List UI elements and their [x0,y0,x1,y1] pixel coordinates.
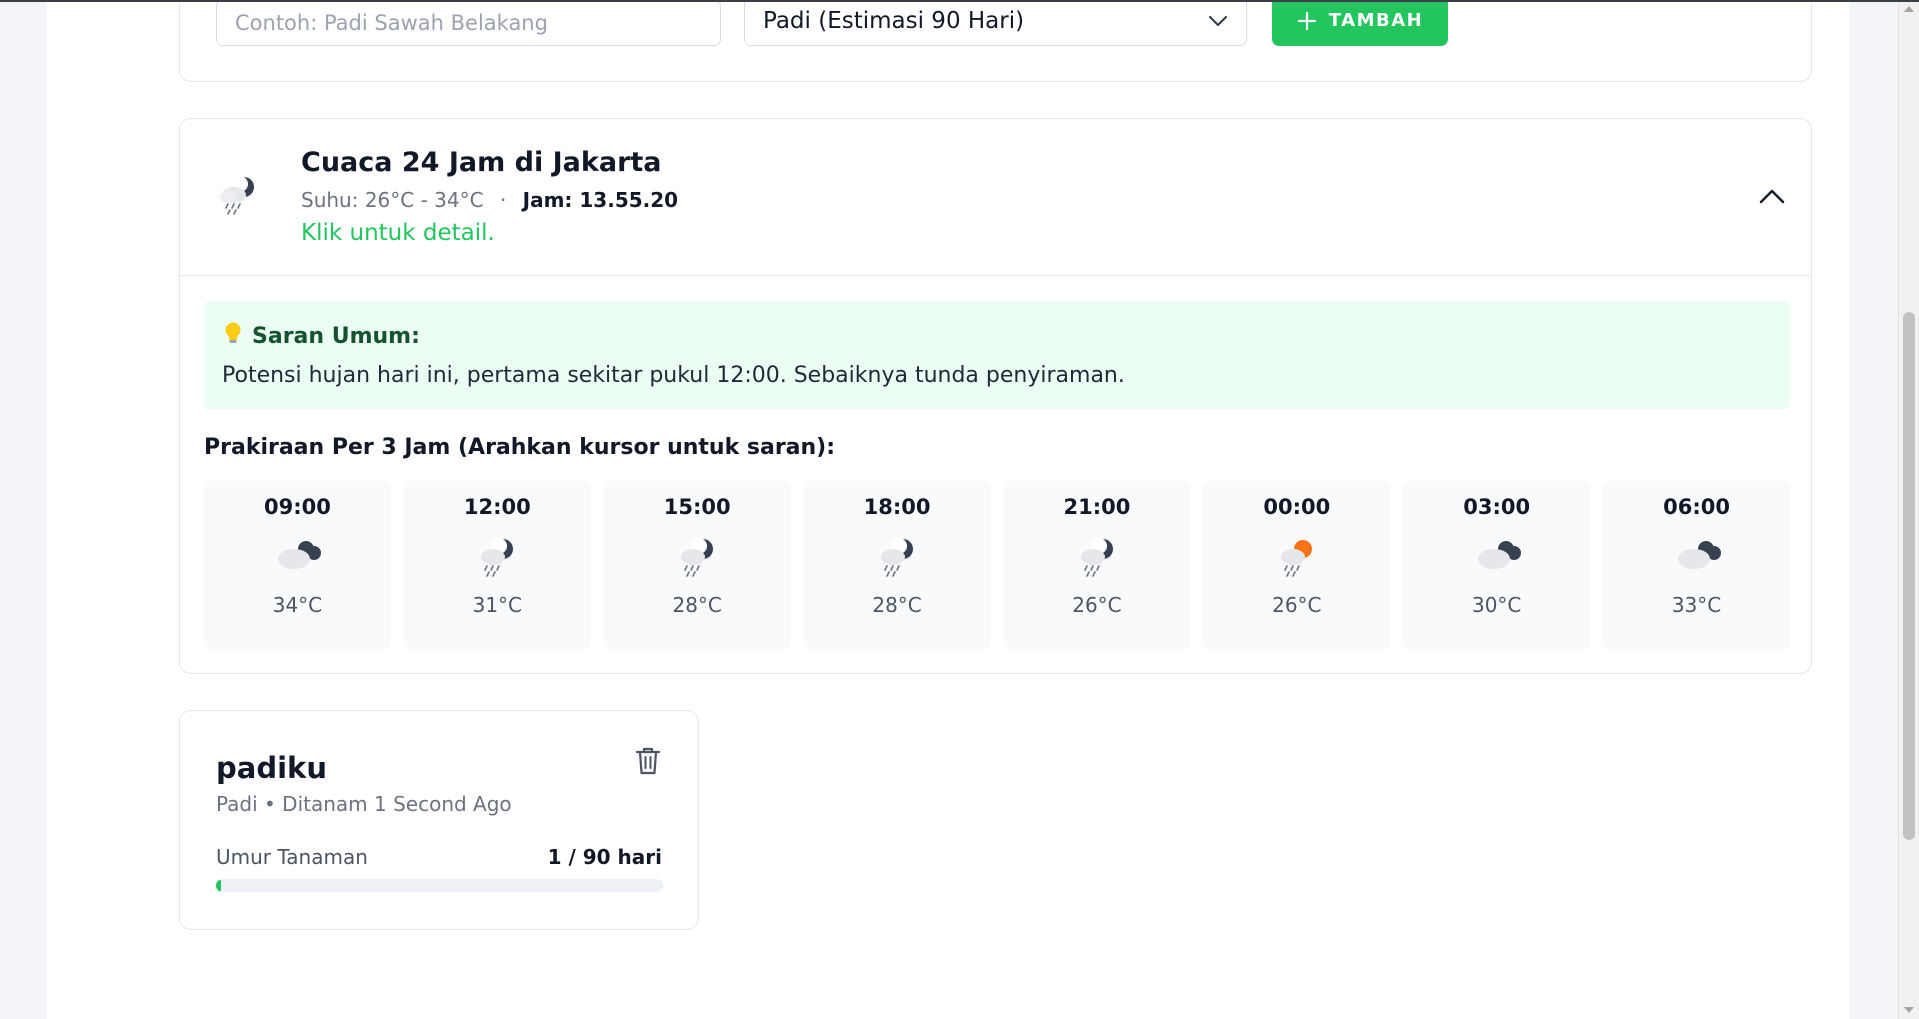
temperature-range: Suhu: 26°C - 34°C [301,188,484,212]
cloudy-moon-icon [270,535,324,581]
forecast-item[interactable]: 09:00 34°C [204,481,391,649]
crop-select[interactable]: Padi (Estimasi 90 Hari) [744,0,1247,46]
plant-card: padiku Padi • Ditanam 1 Second Ago Umur … [179,710,699,930]
plant-name-placeholder: Contoh: Padi Sawah Belakang [235,10,548,35]
rain-sun-icon [1275,535,1319,581]
forecast-time: 03:00 [1463,495,1531,519]
forecast-temp: 28°C [872,593,922,617]
separator-dot: · [499,188,507,212]
detail-link[interactable]: Klik untuk detail. [301,220,495,246]
forecast-item[interactable]: 06:00 33°C [1603,481,1790,649]
vertical-scrollbar[interactable] [1898,0,1919,1019]
forecast-temp: 34°C [272,593,323,617]
general-advice-box: Saran Umum: Potensi hujan hari ini, pert… [204,301,1790,409]
plus-icon [1297,11,1316,30]
rain-moon-icon [1075,535,1119,581]
forecast-temp: 26°C [1072,593,1122,617]
age-progress-fill [216,879,221,892]
forecast-time: 09:00 [264,495,331,519]
add-button[interactable]: TAMBAH [1272,0,1448,46]
forecast-time: 15:00 [663,495,731,519]
forecast-item[interactable]: 00:00 26°C [1203,481,1391,649]
window-top-border [0,0,1919,2]
forecast-temp: 30°C [1471,593,1522,617]
forecast-item[interactable]: 18:00 28°C [803,481,991,649]
plant-meta: Padi • Ditanam 1 Second Ago [216,792,512,816]
cloudy-moon-icon [1470,535,1524,581]
scroll-down-arrow-icon[interactable] [1904,1007,1914,1013]
rain-moon-icon [875,535,919,581]
forecast-time: 21:00 [1063,495,1131,519]
plant-name-input[interactable]: Contoh: Padi Sawah Belakang [216,0,721,46]
forecast-temp: 31°C [472,593,523,617]
forecast-temp: 33°C [1671,593,1722,617]
weather-card: Cuaca 24 Jam di Jakarta Suhu: 26°C - 34°… [179,118,1812,674]
rain-moon-icon [475,535,519,581]
forecast-temp: 28°C [672,593,722,617]
trash-icon[interactable] [635,746,661,780]
forecast-row: 09:00 34°C 12:00 31°C 15:00 28°C 18:00 2… [204,481,1790,649]
forecast-time: 12:00 [463,495,531,519]
add-button-label: TAMBAH [1328,10,1424,31]
scroll-thumb[interactable] [1903,312,1915,840]
forecast-item[interactable]: 03:00 30°C [1403,481,1591,649]
plant-name: padiku [216,751,327,785]
cloudy-moon-icon [1670,535,1724,581]
current-time: Jam: 13.55.20 [522,188,679,212]
advice-title-row: Saran Umum: [222,321,1772,351]
lightbulb-icon [222,321,244,351]
forecast-time: 18:00 [863,495,931,519]
rain-moon-icon [675,535,719,581]
age-value: 1 / 90 hari [547,845,662,869]
add-plant-form: Contoh: Padi Sawah Belakang Padi (Estima… [179,0,1812,82]
forecast-item[interactable]: 12:00 31°C [403,481,591,649]
rain-cloud-moon-icon [216,173,260,221]
crop-select-value: Padi (Estimasi 90 Hari) [763,7,1025,34]
advice-text: Potensi hujan hari ini, pertama sekitar … [222,363,1125,388]
weather-header[interactable]: Cuaca 24 Jam di Jakarta Suhu: 26°C - 34°… [180,119,1811,276]
forecast-time: 00:00 [1263,495,1331,519]
age-label: Umur Tanaman [216,845,368,869]
weather-subtitle: Suhu: 26°C - 34°C · Jam: 13.55.20 [301,188,678,212]
forecast-item[interactable]: 21:00 26°C [1003,481,1191,649]
advice-title: Saran Umum: [252,323,420,349]
forecast-item[interactable]: 15:00 28°C [603,481,791,649]
scroll-up-arrow-icon[interactable] [1904,6,1914,12]
chevron-down-icon [1208,15,1228,26]
age-progress-bar [216,879,663,892]
forecast-title: Prakiraan Per 3 Jam (Arahkan kursor untu… [204,435,836,460]
weather-title: Cuaca 24 Jam di Jakarta [301,147,662,178]
forecast-temp: 26°C [1272,593,1322,617]
page-content: Contoh: Padi Sawah Belakang Padi (Estima… [47,0,1849,1019]
forecast-time: 06:00 [1663,495,1730,519]
chevron-up-icon[interactable] [1758,187,1786,209]
